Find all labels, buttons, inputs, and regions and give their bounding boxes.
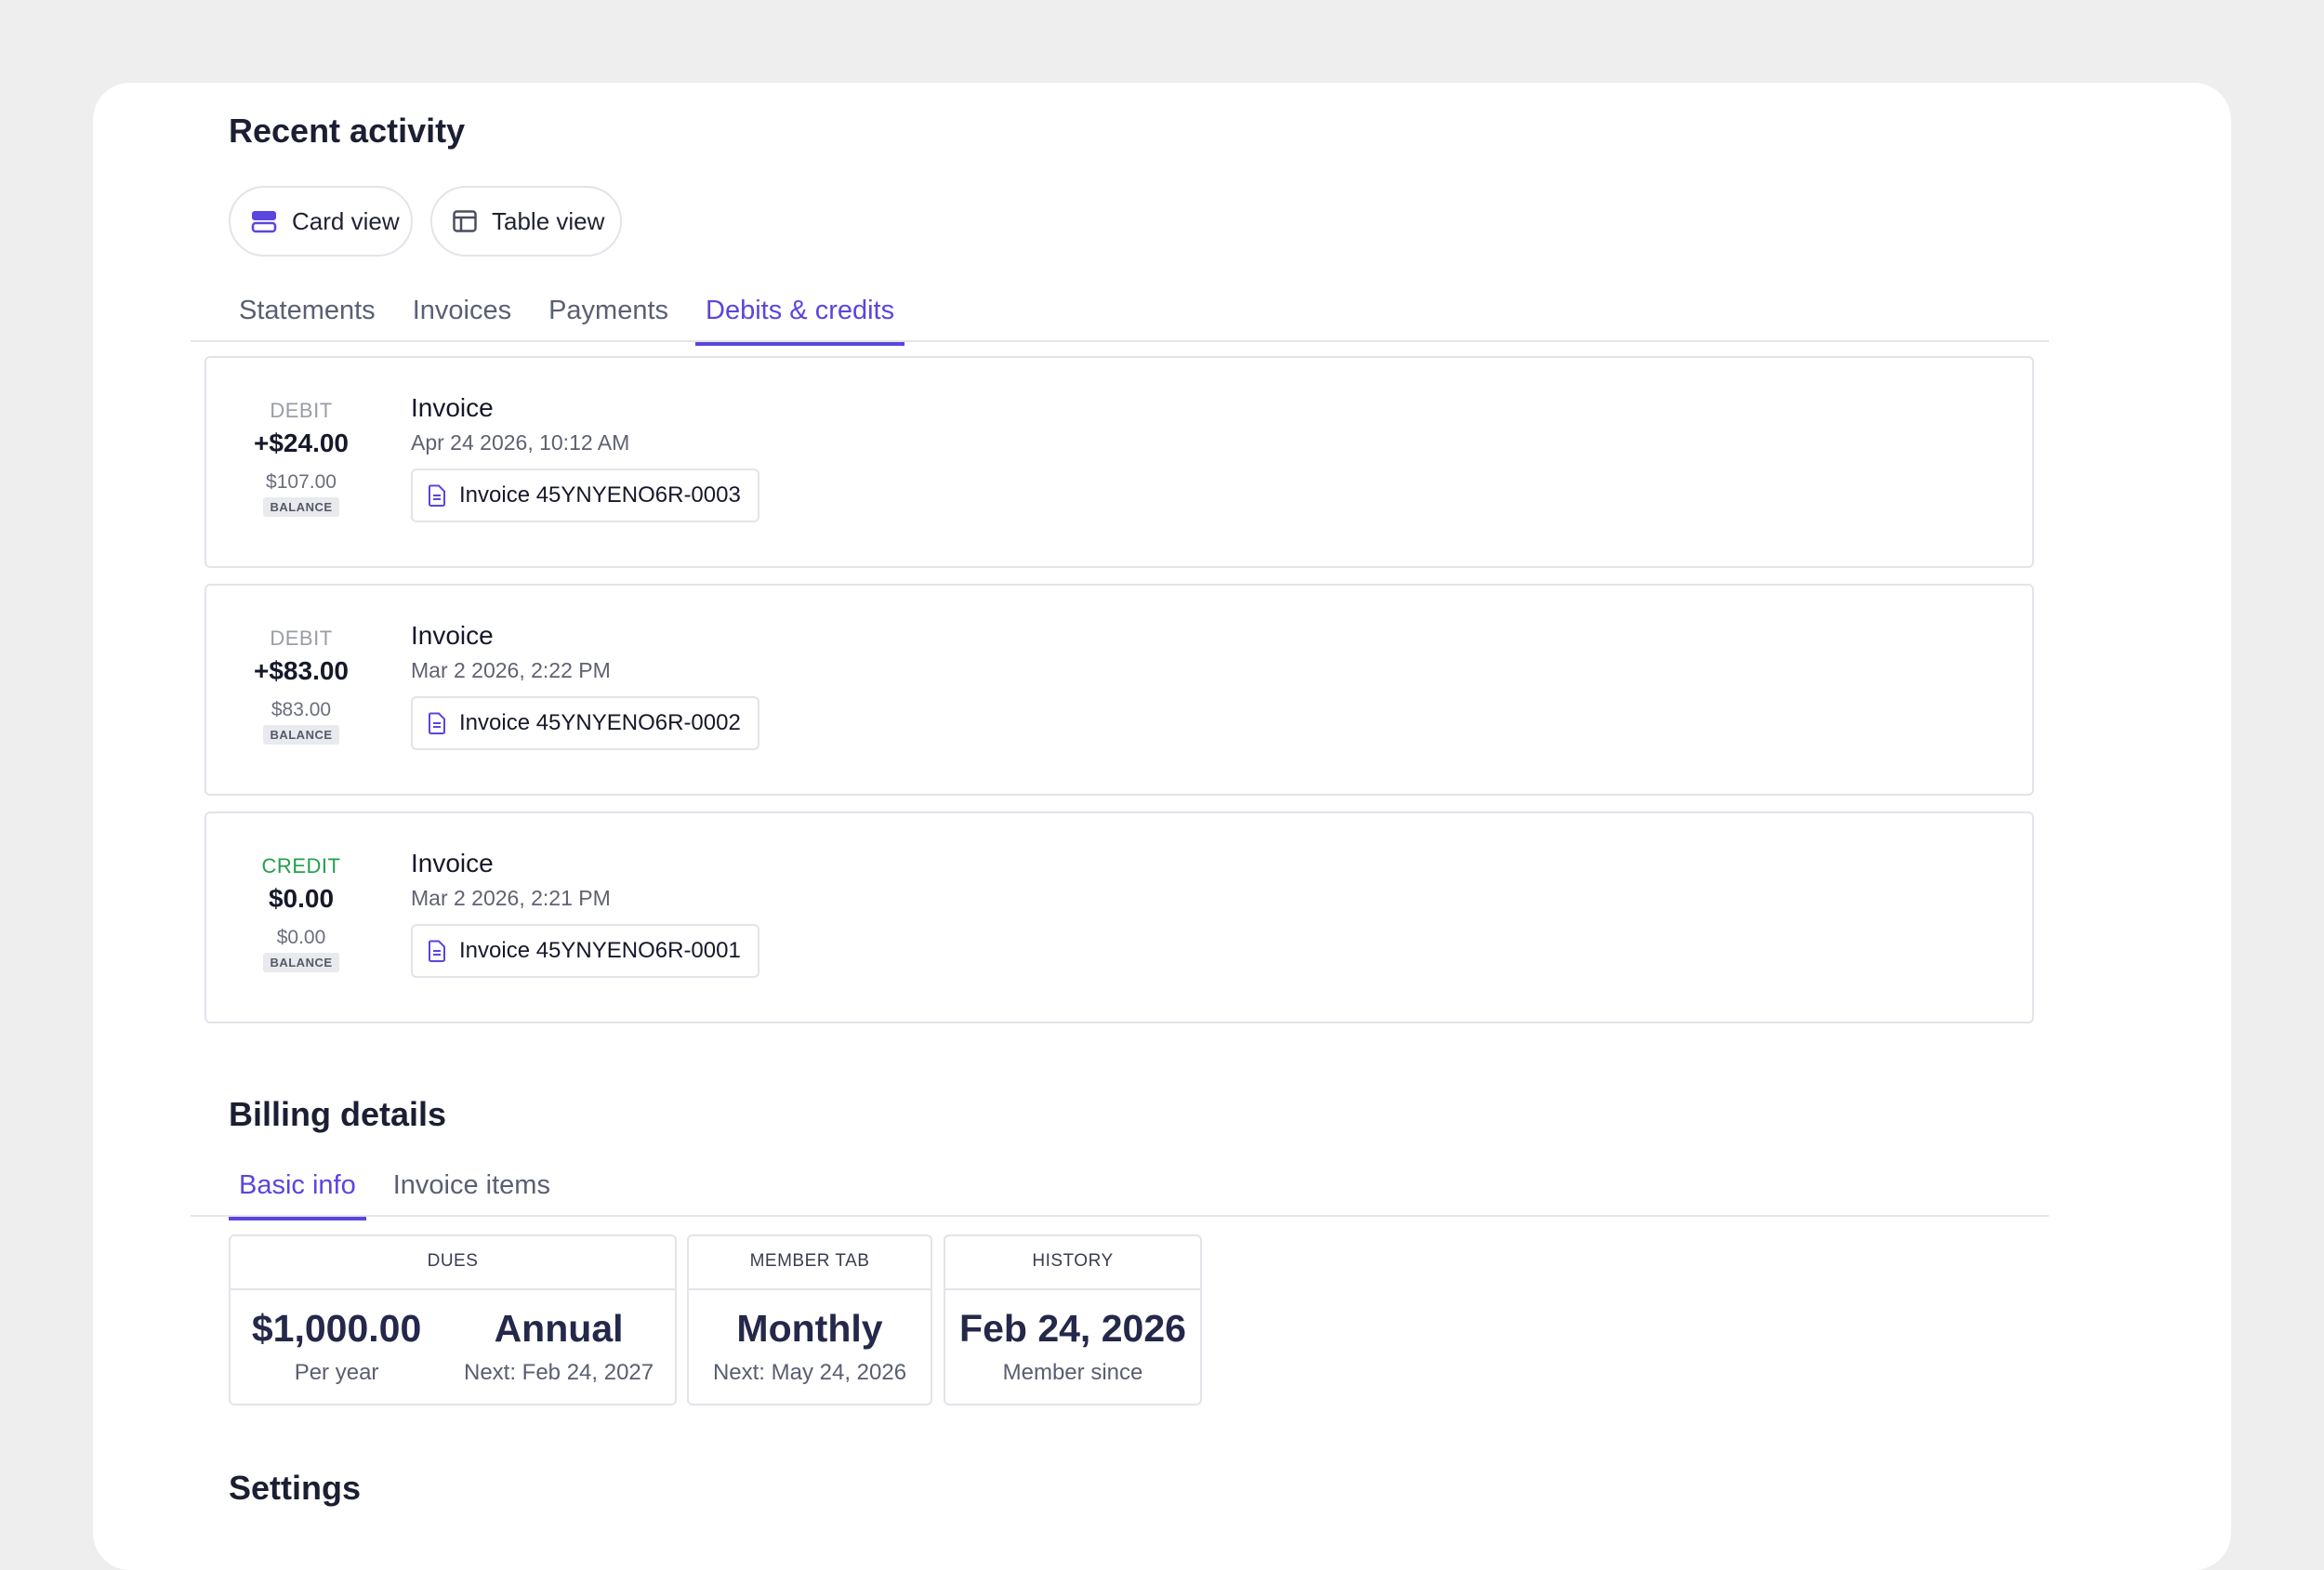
tab-invoice-items[interactable]: Invoice items [383,1163,561,1220]
tab-basic-info[interactable]: Basic info [229,1163,366,1220]
balance-badge: BALANCE [263,725,339,745]
activity-tabs: Statements Invoices Payments Debits & cr… [229,288,921,346]
member-tab-next-date: Next: May 24, 2026 [712,1360,907,1385]
activity-entry: DEBIT +$83.00 $83.00 BALANCE Invoice Mar… [205,584,2034,796]
history-sub: Member since [1002,1360,1143,1385]
history-date: Feb 24, 2026 [959,1307,1186,1350]
entry-kind: CREDIT [261,854,341,877]
table-view-label: Table view [492,206,605,235]
entry-amount: +$83.00 [254,656,349,685]
card-view-button[interactable]: Card view [229,186,413,257]
dues-header: DUES [231,1236,675,1290]
member-tab-card: MEMBER TAB Monthly Next: May 24, 2026 [687,1234,932,1405]
billing-details-title: Billing details [229,1095,447,1133]
activity-entry: DEBIT +$24.00 $107.00 BALANCE Invoice Ap… [205,356,2034,568]
tab-statements[interactable]: Statements [229,288,386,346]
balance-badge: BALANCE [263,953,339,972]
tab-debits-credits[interactable]: Debits & credits [695,288,905,346]
document-icon [428,712,446,734]
dues-next-date: Next: Feb 24, 2027 [463,1360,654,1385]
table-view-icon [453,210,477,232]
document-icon [428,940,446,962]
invoice-link-label: Invoice 45YNYENO6R-0003 [459,482,741,508]
entry-date: Mar 2 2026, 2:21 PM [411,886,611,910]
entry-title: Invoice [411,621,494,650]
entry-title: Invoice [411,393,494,422]
balance-badge: BALANCE [263,497,339,517]
member-tab-header: MEMBER TAB [689,1236,931,1290]
table-view-button[interactable]: Table view [430,186,622,257]
entry-balance: $0.00 [276,927,326,948]
entry-balance: $83.00 [271,699,332,720]
invoice-link-button[interactable]: Invoice 45YNYENO6R-0003 [411,468,759,522]
document-icon [428,484,446,507]
card-view-icon [251,209,277,233]
entry-balance: $107.00 [266,471,337,493]
dues-card: DUES $1,000.00 Per year Annual Next: Feb… [229,1234,677,1405]
history-card: HISTORY Feb 24, 2026 Member since [944,1234,1202,1405]
entry-title: Invoice [411,849,494,877]
billing-tabs: Basic info Invoice items [229,1163,577,1220]
invoice-link-button[interactable]: Invoice 45YNYENO6R-0001 [411,924,759,978]
member-tab-value: Monthly [736,1307,883,1350]
dues-amount-sub: Per year [294,1360,379,1385]
entry-amount: +$24.00 [254,429,349,457]
tab-invoices[interactable]: Invoices [403,288,522,346]
entry-date: Apr 24 2026, 10:12 AM [411,430,630,455]
card-view-label: Card view [292,206,400,235]
invoice-link-button[interactable]: Invoice 45YNYENO6R-0002 [411,696,759,750]
invoice-link-label: Invoice 45YNYENO6R-0002 [459,710,741,735]
dues-period: Annual [494,1307,624,1350]
entry-kind: DEBIT [270,399,333,422]
dues-amount: $1,000.00 [251,1307,422,1350]
recent-activity-title: Recent activity [229,112,466,150]
activity-entry: CREDIT $0.00 $0.00 BALANCE Invoice Mar 2… [205,811,2034,1023]
history-header: HISTORY [945,1236,1200,1290]
settings-title: Settings [229,1469,362,1507]
invoice-link-label: Invoice 45YNYENO6R-0001 [459,938,741,963]
entry-kind: DEBIT [270,627,333,650]
entry-date: Mar 2 2026, 2:22 PM [411,658,611,682]
tab-payments[interactable]: Payments [538,288,679,346]
entry-amount: $0.00 [268,884,335,913]
